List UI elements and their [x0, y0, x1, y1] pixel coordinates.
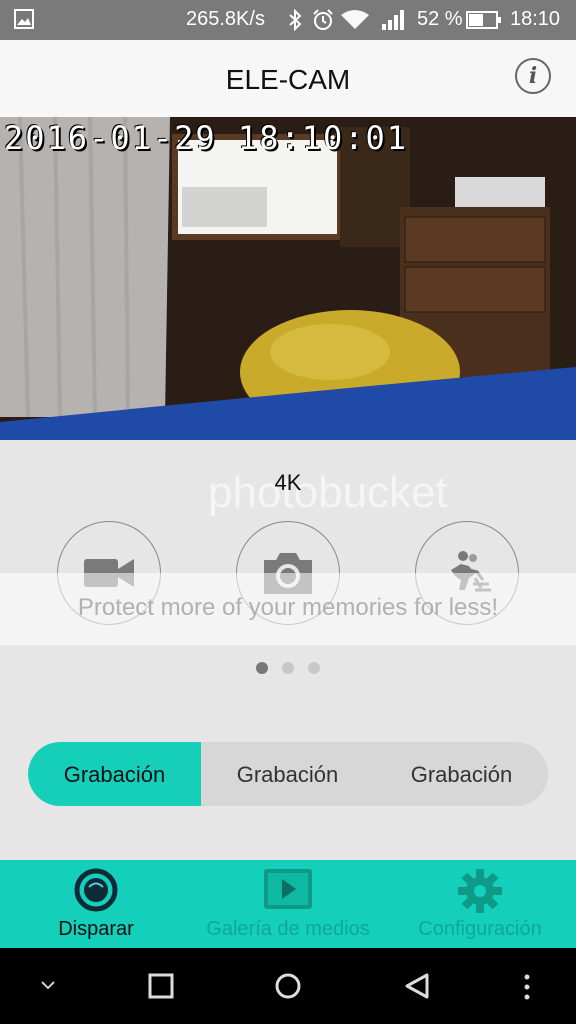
info-icon[interactable]: i — [515, 58, 551, 94]
app-title: ELE-CAM — [225, 64, 351, 95]
nav-settings-label: Configuración — [418, 918, 542, 940]
segment-recording-1[interactable]: Grabación — [28, 742, 201, 806]
video-timestamp: 2016-01-29 18:10:01 — [4, 119, 409, 157]
alarm-icon — [313, 9, 333, 30]
watermark-text: Protect more of your memories for less! — [77, 594, 499, 621]
recording-mode-selector: Grabación Grabación Grabación — [28, 742, 548, 806]
system-navigation-bar — [0, 948, 576, 1024]
nav-shoot[interactable]: Disparar — [0, 860, 192, 948]
shutter-icon — [74, 868, 118, 912]
app-bar: ELE-CAM — [0, 40, 576, 117]
image-icon — [14, 9, 34, 29]
network-speed: 265.8K/s — [186, 8, 265, 30]
chevron-down-icon[interactable] — [38, 972, 58, 1000]
segment-recording-3[interactable]: Grabación — [375, 742, 548, 806]
clock: 18:10 — [510, 8, 561, 30]
gear-icon — [458, 869, 502, 913]
bluetooth-icon — [289, 9, 302, 31]
camera-preview[interactable]: 2016-01-29 18:10:01 — [0, 117, 576, 440]
home-icon[interactable] — [273, 972, 303, 1000]
status-bar: 265.8K/s 52 % 18:10 — [0, 0, 576, 40]
battery-percent: 52 % — [417, 8, 463, 30]
camera-preview-image — [0, 117, 576, 440]
nav-settings[interactable]: Configuración — [384, 860, 576, 948]
recents-icon[interactable] — [147, 972, 175, 1000]
back-icon[interactable] — [402, 972, 432, 1000]
nav-shoot-label: Disparar — [58, 918, 134, 940]
bottom-navigation: Disparar Galería de medios Configuración — [0, 860, 576, 948]
nav-media-gallery-label: Galería de medios — [206, 918, 370, 940]
more-vert-icon[interactable] — [520, 972, 534, 1002]
resolution-label[interactable]: 4K — [0, 470, 576, 496]
wifi-icon — [341, 10, 369, 29]
page-indicator — [0, 661, 576, 679]
play-icon — [264, 869, 312, 909]
segment-recording-2[interactable]: Grabación — [201, 742, 374, 806]
page-dot — [308, 662, 320, 674]
battery-icon — [466, 11, 501, 29]
nav-media-gallery[interactable]: Galería de medios — [192, 860, 384, 948]
signal-icon — [382, 10, 404, 30]
page-dot — [282, 662, 294, 674]
page-dot — [256, 662, 268, 674]
